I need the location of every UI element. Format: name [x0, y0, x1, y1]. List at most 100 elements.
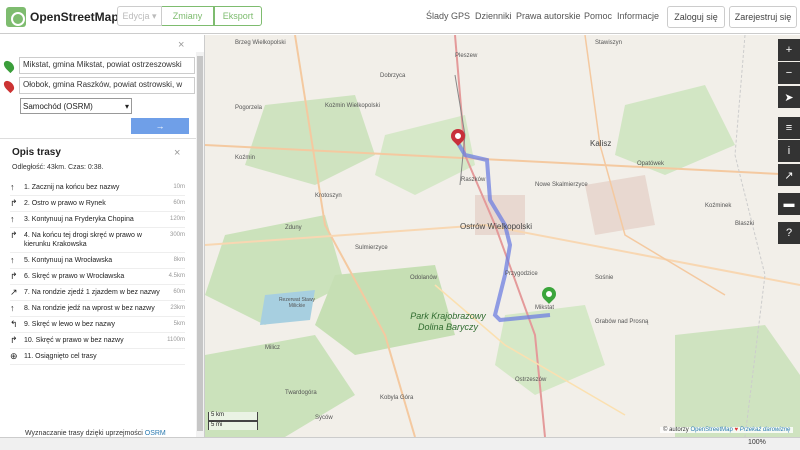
- place-label: Przygodzice: [505, 271, 538, 277]
- header: OpenStreetMap Edycja ▾ Zmiany Eksport Śl…: [0, 0, 800, 34]
- turn-icon: ↰: [10, 319, 18, 329]
- place-label: Koźminek: [705, 203, 732, 209]
- place-label: Nowe Skalmierzyce: [535, 182, 588, 188]
- direction-step[interactable]: ↑ 1. Zacznij na końcu bez nazwy 10m: [10, 180, 185, 196]
- scale-bar: 5 km 5 mi: [208, 412, 258, 430]
- place-label: Kobyla Góra: [380, 395, 414, 401]
- share-button[interactable]: ↗: [778, 164, 800, 186]
- step-text: 3. Kontynuuj na Fryderyka Chopina: [24, 216, 134, 223]
- route-from-input[interactable]: Mikstat, gmina Mikstat, powiat ostrzeszo…: [19, 57, 195, 74]
- route-from-row: Mikstat, gmina Mikstat, powiat ostrzeszo…: [1, 57, 195, 74]
- step-distance: 1100m: [167, 337, 185, 343]
- step-distance: 23km: [170, 305, 185, 311]
- step-distance: 120m: [169, 216, 185, 222]
- direction-step[interactable]: ↱ 2. Ostro w prawo w Rynek 60m: [10, 196, 185, 212]
- sidebar-scrollbar-thumb[interactable]: [197, 56, 203, 431]
- close-icon[interactable]: ×: [178, 39, 184, 51]
- scale-km: 5 km: [208, 412, 258, 421]
- direction-step[interactable]: ↑ 3. Kontynuuj na Fryderyka Chopina 120m: [10, 212, 185, 228]
- direction-step[interactable]: ⊕ 11. Osiągnięto cel trasy: [10, 349, 185, 365]
- scale-mi: 5 mi: [208, 421, 258, 430]
- note-button[interactable]: ▬: [778, 193, 800, 215]
- zoom-in-button[interactable]: +: [778, 39, 800, 61]
- donate-link[interactable]: Przekaż darowiznę: [740, 427, 791, 433]
- turn-icon: ↱: [10, 335, 18, 345]
- place-label: Ostrów Wielkopolski: [460, 222, 533, 231]
- place-label: Krotoszyn: [315, 193, 342, 199]
- logo[interactable]: OpenStreetMap: [6, 6, 119, 28]
- turn-icon: ↗: [10, 287, 18, 297]
- step-distance: 5km: [173, 321, 185, 327]
- step-distance: 10m: [173, 184, 185, 190]
- step-distance: 4.5km: [168, 273, 185, 279]
- heart-icon: ♥: [734, 427, 739, 433]
- turn-icon: ↱: [10, 230, 18, 240]
- turn-icon: ↑: [10, 303, 15, 313]
- nav-gps-traces[interactable]: Ślady GPS: [426, 11, 470, 21]
- question-icon: ?: [785, 227, 793, 239]
- info-icon: i: [787, 145, 791, 157]
- place-label: Brzeg Wielkopolski: [235, 40, 286, 46]
- place-label: Sulmierzyce: [355, 245, 388, 251]
- route-to-input[interactable]: Ołobok, gmina Raszków, powiat ostrowski,…: [19, 77, 195, 94]
- step-text: 6. Skręć w prawo w Wrocławska: [24, 273, 125, 280]
- osm-logo-icon: [6, 7, 26, 27]
- help-button[interactable]: ?: [778, 222, 800, 244]
- step-text: 5. Kontynuuj na Wrocławska: [24, 257, 113, 264]
- place-label: Raszków: [461, 177, 486, 183]
- direction-step[interactable]: ↱ 6. Skręć w prawo w Wrocławska 4.5km: [10, 269, 185, 285]
- layers-button[interactable]: ≡: [778, 117, 800, 139]
- nav-about[interactable]: Informacje: [617, 11, 659, 21]
- step-text: 10. Skręć w prawo w bez nazwy: [24, 337, 124, 344]
- nav-diaries[interactable]: Dzienniki: [475, 11, 512, 21]
- direction-step[interactable]: ↱ 10. Skręć w prawo w bez nazwy 1100m: [10, 333, 185, 349]
- zoom-out-button[interactable]: −: [778, 62, 800, 84]
- map-canvas[interactable]: Brzeg Wielkopolski Pleszew Dobrzyca Kożmin …: [205, 35, 800, 437]
- place-label: Zduny: [285, 225, 302, 231]
- direction-step[interactable]: ↑ 8. Na rondzie jedź na wprost w bez nazw…: [10, 301, 185, 317]
- turn-icon: ↑: [10, 214, 15, 224]
- place-label: Pleszew: [455, 53, 478, 59]
- locate-button[interactable]: ➤: [778, 86, 800, 108]
- route-summary: Odległość: 43km. Czas: 0:38.: [12, 164, 104, 171]
- route-go-button[interactable]: →: [131, 118, 189, 134]
- attribution-osm-link[interactable]: OpenStreetMap: [690, 427, 732, 433]
- step-text: 1. Zacznij na końcu bez nazwy: [24, 184, 120, 191]
- direction-step[interactable]: ↰ 9. Skręć w lewo w bez nazwy 5km: [10, 317, 185, 333]
- reserve-label: Rezerwat Stawy Milickie: [278, 297, 316, 309]
- edit-button[interactable]: Edycja ▾: [117, 6, 162, 26]
- place-label: Kalisz: [590, 139, 612, 148]
- step-distance: 300m: [169, 232, 185, 238]
- credit-text: Wyznaczanie trasy dzięki uprzejmości: [25, 430, 143, 437]
- turn-icon: ↑: [10, 255, 15, 265]
- start-marker-icon: [1, 58, 17, 73]
- routing-engine-select[interactable]: Samochód (OSRM) ▾: [20, 98, 132, 114]
- zoom-level[interactable]: 100%: [748, 439, 766, 446]
- osrm-link[interactable]: OSRM: [145, 430, 166, 437]
- history-button[interactable]: Zmiany: [162, 6, 214, 26]
- direction-step[interactable]: ↱ 4. Na końcu tej drogi skręć w prawo w k…: [10, 228, 185, 253]
- place-label: Ostrzeszów: [515, 377, 547, 383]
- locate-icon: ➤: [784, 91, 794, 104]
- place-label: Syców: [315, 415, 333, 421]
- turn-icon: ↱: [10, 271, 18, 281]
- arrow-right-icon: →: [155, 121, 165, 131]
- place-label: Stawiszyn: [595, 40, 623, 46]
- nav-copyright[interactable]: Prawa autorskie: [516, 11, 581, 21]
- close-directions-icon[interactable]: ×: [174, 147, 180, 159]
- login-button[interactable]: Zaloguj się: [667, 6, 725, 28]
- step-text: 8. Na rondzie jedź na wprost w bez nazwy: [24, 305, 155, 312]
- export-button[interactable]: Eksport: [214, 6, 262, 26]
- map-info-button[interactable]: i: [778, 140, 800, 162]
- layers-icon: ≡: [785, 122, 793, 134]
- place-label: Milicz: [265, 345, 280, 351]
- primary-actions: Edycja ▾ Zmiany Eksport: [117, 6, 262, 26]
- direction-step[interactable]: ↑ 5. Kontynuuj na Wrocławska 8km: [10, 253, 185, 269]
- step-text: 4. Na końcu tej drogi skręć w prawo w ki…: [24, 232, 142, 248]
- divider: [0, 138, 204, 139]
- signup-button[interactable]: Zarejestruj się: [729, 6, 797, 28]
- edit-label: Edycja: [122, 11, 150, 21]
- place-label: Dobrzyca: [380, 73, 406, 79]
- nav-help[interactable]: Pomoc: [584, 11, 612, 21]
- direction-step[interactable]: ↗ 7. Na rondzie zjedź 1 zjazdem w bez naz…: [10, 285, 185, 301]
